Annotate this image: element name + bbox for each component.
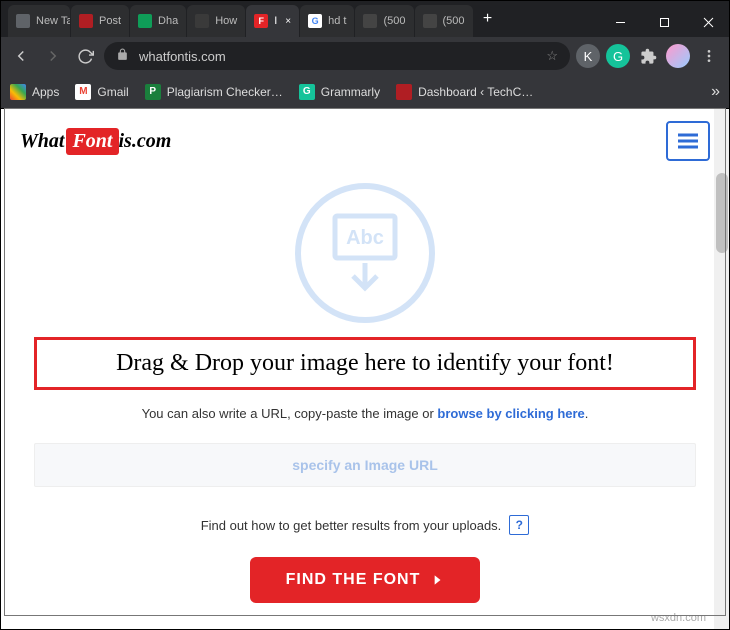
address-bar[interactable]: whatfontis.com ☆ (104, 42, 570, 70)
bookmark-grammarly[interactable]: GGrammarly (299, 84, 380, 100)
footer-watermark: wsxdn.com (651, 612, 706, 624)
window-controls (598, 7, 730, 37)
image-url-input[interactable] (34, 443, 696, 487)
upload-illustration: Abc (295, 183, 435, 323)
bookmark-gmail[interactable]: MGmail (75, 84, 128, 100)
sub-instruction: You can also write a URL, copy-paste the… (34, 406, 696, 421)
page-content: What Font is.com Abc Drag & Drop your im… (0, 109, 730, 630)
site-logo[interactable]: What Font is.com (20, 128, 171, 155)
bookmark-dashboard[interactable]: Dashboard ‹ TechC… (396, 84, 533, 100)
tab-500-2[interactable]: (500 (415, 5, 473, 37)
find-font-button[interactable]: FIND THE FONT (250, 557, 481, 603)
bookmark-plagiarism[interactable]: PPlagiarism Checker… (145, 84, 283, 100)
tab-500-1[interactable]: (500 (355, 5, 413, 37)
menu-button[interactable] (696, 43, 722, 69)
headline-highlight: Drag & Drop your image here to identify … (34, 337, 696, 390)
url-text: whatfontis.com (139, 49, 536, 64)
tab-whatfontis[interactable]: FI× (246, 5, 299, 37)
vertical-scrollbar[interactable] (714, 109, 730, 630)
svg-text:Abc: Abc (346, 227, 384, 249)
bookmarks-overflow-icon[interactable]: » (711, 83, 720, 101)
window-titlebar: New Tab Post Dha How FI× Ghd t (500 (500… (0, 0, 730, 37)
help-icon[interactable]: ? (509, 515, 529, 535)
bookmark-star-icon[interactable]: ☆ (546, 48, 558, 64)
profile-avatar[interactable] (666, 44, 690, 68)
bookmarks-bar: Apps MGmail PPlagiarism Checker… GGramma… (0, 75, 730, 109)
lock-icon (116, 48, 129, 64)
browser-tabs: New Tab Post Dha How FI× Ghd t (500 (500… (0, 5, 502, 37)
scroll-thumb[interactable] (716, 173, 728, 253)
minimize-button[interactable] (598, 7, 642, 37)
menu-hamburger-button[interactable] (666, 121, 710, 161)
back-button[interactable] (8, 43, 34, 69)
tab-hd[interactable]: Ghd t (300, 5, 354, 37)
tab-dha[interactable]: Dha (130, 5, 186, 37)
hamburger-icon (677, 133, 699, 149)
maximize-button[interactable] (642, 7, 686, 37)
chevron-right-icon (430, 573, 444, 587)
close-tab-icon[interactable]: × (285, 16, 291, 27)
browser-toolbar: whatfontis.com ☆ K G (0, 37, 730, 75)
tab-how[interactable]: How (187, 5, 245, 37)
tab-post[interactable]: Post (71, 5, 129, 37)
close-window-button[interactable] (686, 7, 730, 37)
ext-grammarly-icon[interactable]: G (606, 44, 630, 68)
ext-k-icon[interactable]: K (576, 44, 600, 68)
drop-headline: Drag & Drop your image here to identify … (45, 350, 685, 377)
bookmark-apps[interactable]: Apps (10, 84, 59, 100)
forward-button[interactable] (40, 43, 66, 69)
new-tab-button[interactable]: + (474, 5, 502, 33)
browse-link[interactable]: browse by clicking here (437, 406, 584, 421)
help-line: Find out how to get better results from … (34, 515, 696, 535)
tab-new[interactable]: New Tab (8, 5, 70, 37)
site-header: What Font is.com (0, 109, 730, 173)
extensions-icon[interactable] (636, 44, 660, 68)
reload-button[interactable] (72, 43, 98, 69)
